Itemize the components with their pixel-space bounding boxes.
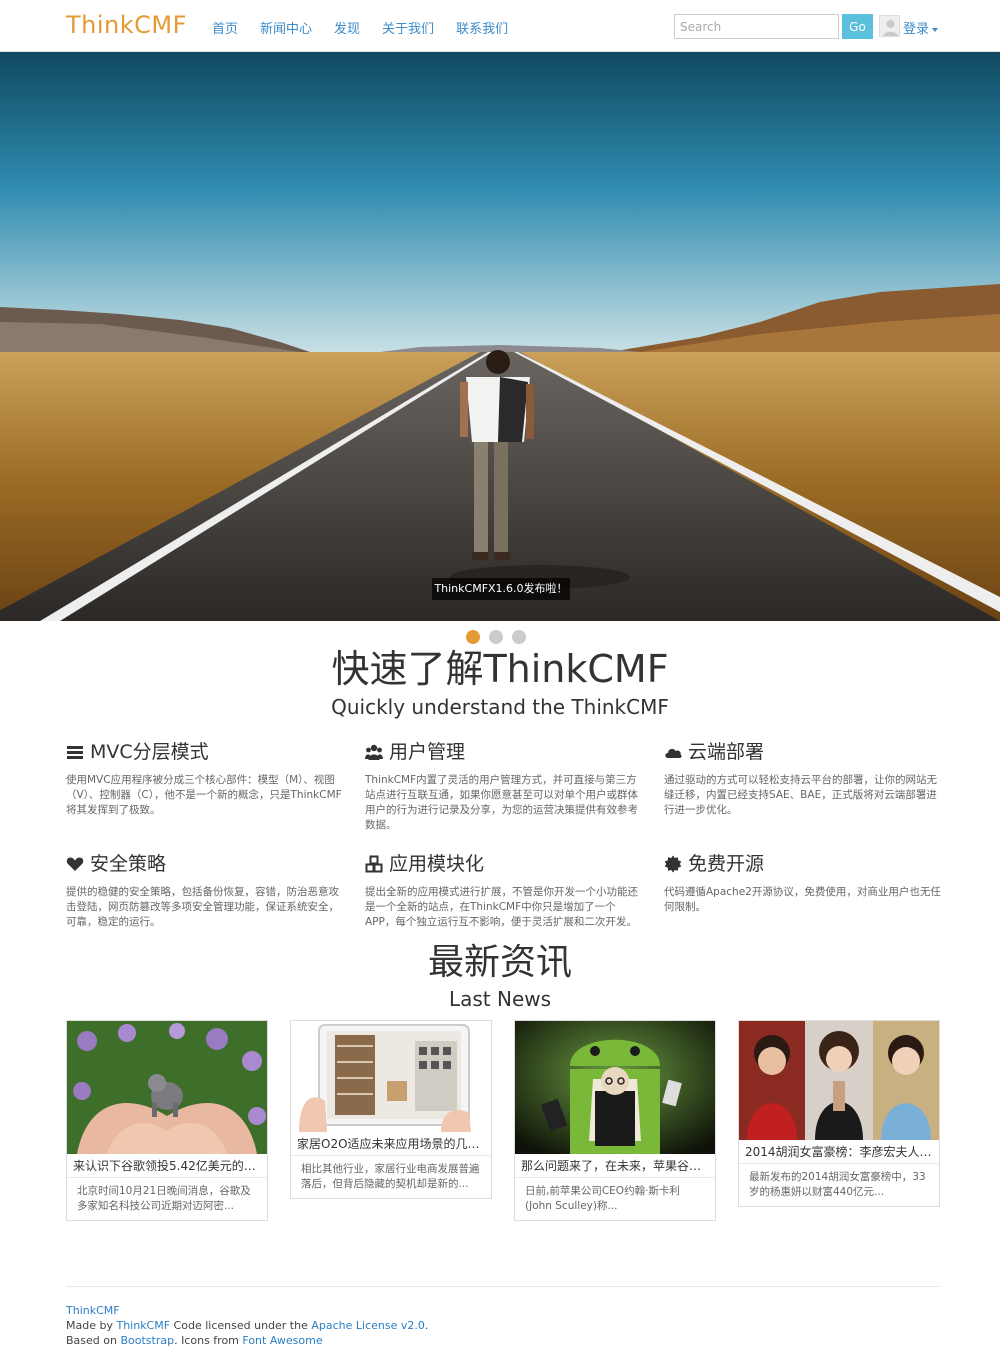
feature-text: ThinkCMF内置了灵活的用户管理方式，并可直接与第三方站点进行互联互通，如果… — [365, 774, 638, 831]
nav-about[interactable]: 关于我们 — [382, 18, 434, 37]
news-image-3[interactable] — [515, 1021, 715, 1154]
feature-modules-heading: 应用模块化 — [365, 851, 645, 877]
cloud-icon — [665, 748, 682, 758]
news-summary-3: 日前,前苹果公司CEO约翰·斯卡利(John Sculley)称... — [525, 1185, 680, 1212]
news-card-3[interactable]: 那么问题来了，在未来，苹果谷歌... 日前,前苹果公司CEO约翰·斯卡利(Joh… — [514, 1020, 716, 1221]
footer-brand-link[interactable]: ThinkCMF — [66, 1304, 120, 1317]
feature-text: 通过驱动的方式可以轻松支持云平台的部署，让你的网站无缝迁移，内置已经支持SAE、… — [664, 774, 937, 816]
user-silhouette-icon — [880, 16, 899, 36]
logo[interactable]: ThinkCMF — [66, 11, 187, 39]
slider-dot-2[interactable] — [489, 630, 503, 644]
news-title-3[interactable]: 那么问题来了，在未来，苹果谷歌... — [515, 1154, 715, 1178]
footer-fontawesome-link[interactable]: Font Awesome — [242, 1334, 322, 1347]
news-summary-1: 北京时间10月21日晚间消息，谷歌及多家知名科技公司近期对迈阿密... — [77, 1185, 251, 1212]
footer: ThinkCMF Made by ThinkCMF Code licensed … — [66, 1303, 428, 1348]
feature-text: 使用MVC应用程序被分成三个核心部件：模型（M）、视图（V）、控制器（C），他不… — [66, 774, 342, 816]
footer-text: Code licensed under the — [170, 1319, 312, 1332]
avatar[interactable] — [879, 15, 900, 37]
footer-divider — [66, 1286, 940, 1287]
logo-think-text: Think — [66, 11, 135, 39]
users-icon — [365, 744, 383, 760]
slider-dots — [466, 630, 526, 644]
nav-contact[interactable]: 联系我们 — [456, 18, 508, 37]
main-nav: 首页 新闻中心 发现 关于我们 联系我们 — [212, 18, 508, 37]
feature-title: 云端部署 — [688, 741, 765, 763]
news-card-1[interactable]: 来认识下谷歌领投5.42亿美元的这... 北京时间10月21日晚间消息，谷歌及多… — [66, 1020, 268, 1221]
footer-text: Based on — [66, 1334, 121, 1347]
login-dropdown[interactable]: 登录 — [903, 18, 939, 37]
footer-text: . — [424, 1319, 429, 1332]
footer-bootstrap-link[interactable]: Bootstrap — [120, 1334, 174, 1347]
feature-modules: 应用模块化 提出全新的应用模式进行扩展，不管是你开发一个小功能还是一个全新的站点… — [365, 851, 645, 930]
feature-mvc-heading: MVC分层模式 — [66, 739, 346, 765]
feature-title: 用户管理 — [389, 741, 466, 763]
feature-text: 代码遵循Apache2开源协议，免费使用，对商业用户也无任何限制。 — [664, 886, 941, 913]
nav-home[interactable]: 首页 — [212, 18, 238, 37]
feature-users-heading: 用户管理 — [365, 739, 645, 765]
slider-dot-3[interactable] — [512, 630, 526, 644]
search-input[interactable] — [674, 14, 839, 39]
feature-text: 提供的稳健的安全策略，包括备份恢复，容错，防治恶意攻击登陆，网页防篡改等多项安全… — [66, 886, 339, 928]
intro-title-cn: 快速了解ThinkCMF — [331, 647, 669, 691]
nav-discover[interactable]: 发现 — [334, 18, 360, 37]
hero-desert-road-image — [0, 52, 1000, 621]
slider-dot-1[interactable] — [466, 630, 480, 644]
news-title-1[interactable]: 来认识下谷歌领投5.42亿美元的这... — [67, 1154, 267, 1178]
feature-opensource-heading: 免费开源 — [664, 851, 944, 877]
footer-license-link[interactable]: Apache License v2.0 — [311, 1319, 425, 1332]
news-card-4[interactable]: 2014胡润女富豪榜：李彦宏夫人马... 最新发布的2014胡润女富豪榜中，33… — [738, 1020, 940, 1207]
cubes-icon — [365, 855, 383, 873]
feature-text: 提出全新的应用模式进行扩展，不管是你开发一个小功能还是一个全新的站点，在Thin… — [365, 886, 638, 928]
bars-icon — [67, 746, 83, 759]
news-title-4[interactable]: 2014胡润女富豪榜：李彦宏夫人马... — [739, 1140, 939, 1164]
footer-thinkcmf-link[interactable]: ThinkCMF — [116, 1319, 170, 1332]
news-title-2[interactable]: 家居O2O适应未来应用场景的几种... — [291, 1132, 491, 1156]
news-title-en: Last News — [448, 987, 552, 1011]
search-go-button[interactable]: Go — [842, 14, 873, 39]
tablet-furniture-image — [291, 1021, 491, 1132]
feature-title: 安全策略 — [90, 853, 167, 875]
news-image-4[interactable] — [739, 1021, 939, 1140]
feature-cloud-heading: 云端部署 — [664, 739, 944, 765]
feature-mvc: MVC分层模式 使用MVC应用程序被分成三个核心部件：模型（M）、视图（V）、控… — [66, 739, 346, 818]
feature-security-heading: 安全策略 — [66, 851, 346, 877]
certificate-icon — [664, 855, 682, 873]
three-women-image — [739, 1021, 939, 1140]
footer-text: Made by — [66, 1319, 117, 1332]
nav-news-center[interactable]: 新闻中心 — [260, 18, 312, 37]
news-image-1[interactable] — [67, 1021, 267, 1154]
navbar: ThinkCMF 首页 新闻中心 发现 关于我们 联系我们 Go 登录 — [0, 0, 1000, 52]
login-label: 登录 — [903, 22, 930, 37]
logo-cmf-text: CMF — [134, 11, 187, 39]
news-summary-4: 最新发布的2014胡润女富豪榜中，33岁的杨惠妍以财富440亿元... — [749, 1171, 926, 1198]
caret-down-icon — [932, 27, 939, 32]
feature-opensource: 免费开源 代码遵循Apache2开源协议，免费使用，对商业用户也无任何限制。 — [664, 851, 944, 915]
android-jobs-image — [515, 1021, 715, 1154]
news-summary-2: 相比其他行业，家居行业电商发展普遍落后，但背后隐藏的契机却是新的... — [301, 1163, 480, 1190]
news-image-2[interactable] — [291, 1021, 491, 1132]
footer-text: . Icons from — [174, 1334, 243, 1347]
hands-elephant-image — [67, 1021, 267, 1154]
feature-title: MVC分层模式 — [90, 741, 209, 763]
heart-icon — [66, 857, 84, 871]
feature-cloud: 云端部署 通过驱动的方式可以轻松支持云平台的部署，让你的网站无缝迁移，内置已经支… — [664, 739, 944, 818]
intro-title-en: Quickly understand the ThinkCMF — [331, 695, 669, 719]
feature-security: 安全策略 提供的稳健的安全策略，包括备份恢复，容错，防治恶意攻击登陆，网页防篡改… — [66, 851, 346, 930]
news-card-2[interactable]: 家居O2O适应未来应用场景的几种... 相比其他行业，家居行业电商发展普遍落后，… — [290, 1020, 492, 1199]
news-title-cn: 最新资讯 — [427, 942, 572, 983]
feature-users: 用户管理 ThinkCMF内置了灵活的用户管理方式，并可直接与第三方站点进行互联… — [365, 739, 645, 833]
hero-slider[interactable] — [0, 52, 1000, 621]
feature-title: 应用模块化 — [389, 853, 485, 875]
feature-title: 免费开源 — [688, 853, 765, 875]
hero-caption: ThinkCMFX1.6.0发布啦！ — [432, 578, 570, 600]
